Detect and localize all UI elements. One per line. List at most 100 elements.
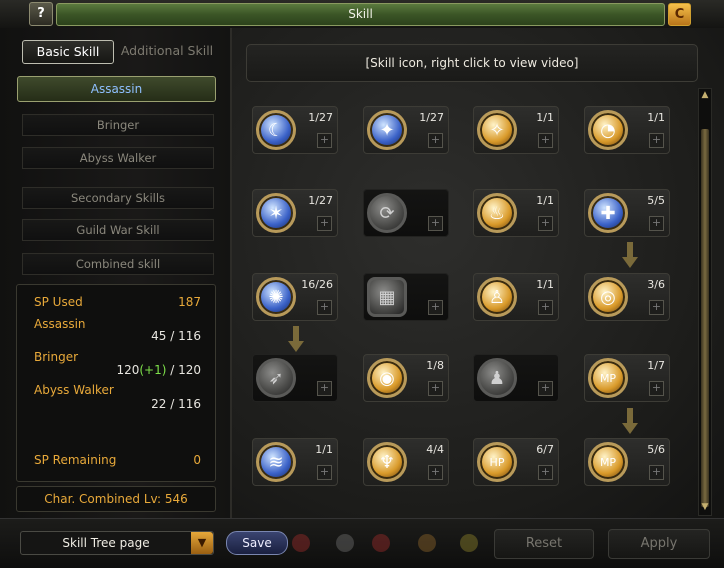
sp-assassin-label: Assassin — [34, 317, 86, 331]
sp-bringer-bonus: (+1) — [139, 363, 167, 377]
skill-icon[interactable]: MP — [588, 442, 628, 482]
skill-slot[interactable]: ✺ 16/26 + — [252, 273, 338, 321]
skill-slot[interactable]: ♆ 4/4 + — [363, 438, 449, 486]
sp-summary-panel: SP Used 187 Assassin 45 / 116 Bringer 12… — [16, 284, 216, 482]
skill-icon[interactable]: ▦ — [367, 277, 407, 317]
skill-icon[interactable]: ≋ — [256, 442, 296, 482]
sp-assassin-value: 45 / 116 — [151, 329, 201, 343]
scroll-thumb[interactable] — [701, 129, 709, 507]
skill-icon[interactable]: ♙ — [477, 277, 517, 317]
skill-level-up-button[interactable]: + — [649, 216, 664, 231]
class-button-combined-skill[interactable]: Combined skill — [22, 253, 214, 275]
skill-icon[interactable]: ◉ — [367, 358, 407, 398]
skill-slot[interactable]: HP 6/7 + — [473, 438, 559, 486]
character-icon — [418, 534, 436, 552]
skill-level: 1/27 — [419, 111, 444, 124]
skill-level: 1/1 — [536, 194, 554, 207]
skill-icon[interactable]: ♨ — [477, 193, 517, 233]
sp-used-label: SP Used — [34, 295, 83, 309]
class-button-bringer[interactable]: Bringer — [22, 114, 214, 136]
skill-slot[interactable]: ☾ 1/27 + — [252, 106, 338, 154]
skill-level-up-button[interactable]: + — [317, 381, 332, 396]
skill-slot[interactable]: ◔ 1/1 + — [584, 106, 670, 154]
skill-level-up-button[interactable]: + — [317, 465, 332, 480]
alert-icon — [372, 534, 390, 552]
skill-slot[interactable]: ≋ 1/1 + — [252, 438, 338, 486]
skill-level-up-button[interactable]: + — [428, 133, 443, 148]
class-button-secondary-skills[interactable]: Secondary Skills — [22, 187, 214, 209]
skill-icon[interactable]: ♟ — [477, 358, 517, 398]
skill-icon[interactable]: ✦ — [367, 110, 407, 150]
apply-button[interactable]: Apply — [608, 529, 710, 559]
sp-bringer-max: / 120 — [166, 363, 201, 377]
skill-level-up-button[interactable]: + — [428, 300, 443, 315]
skill-level-up-button[interactable]: + — [649, 381, 664, 396]
skill-icon[interactable]: ◔ — [588, 110, 628, 150]
skill-icon[interactable]: ✶ — [256, 193, 296, 233]
skill-icon[interactable]: ➶ — [256, 358, 296, 398]
skill-icon[interactable]: ◎ — [588, 277, 628, 317]
skill-level-up-button[interactable]: + — [649, 300, 664, 315]
skill-level-up-button[interactable]: + — [649, 133, 664, 148]
skill-slot[interactable]: ✶ 1/27 + — [252, 189, 338, 237]
skill-level-up-button[interactable]: + — [428, 465, 443, 480]
skill-level-up-button[interactable]: + — [317, 216, 332, 231]
scroll-down-arrow-icon[interactable]: ▼ — [699, 501, 711, 513]
skill-slot[interactable]: ✚ 5/5 + — [584, 189, 670, 237]
help-button[interactable]: ? — [29, 2, 53, 26]
save-button[interactable]: Save — [226, 531, 288, 555]
prerequisite-arrow — [288, 326, 304, 352]
skill-icon[interactable]: ♆ — [367, 442, 407, 482]
skill-level-up-button[interactable]: + — [538, 133, 553, 148]
skill-level-up-button[interactable]: + — [317, 300, 332, 315]
skill-level: 4/4 — [426, 443, 444, 456]
skill-icon[interactable]: MP — [588, 358, 628, 398]
class-button-assassin[interactable]: Assassin — [17, 76, 216, 102]
lightning-icon — [460, 534, 478, 552]
skill-slot[interactable]: ➶ + — [252, 354, 338, 402]
skill-level-up-button[interactable]: + — [428, 381, 443, 396]
bottom-toolbar: Skill Tree page ▼ Save Reset Apply — [0, 518, 724, 568]
skill-level-up-button[interactable]: + — [317, 133, 332, 148]
skill-tree-page-value: Skill Tree page — [62, 536, 150, 550]
skill-level-up-button[interactable]: + — [428, 216, 443, 231]
skill-slot[interactable]: MP 1/7 + — [584, 354, 670, 402]
skill-level-up-button[interactable]: + — [538, 381, 553, 396]
skill-level-up-button[interactable]: + — [538, 465, 553, 480]
skill-slot[interactable]: ◎ 3/6 + — [584, 273, 670, 321]
skill-level-up-button[interactable]: + — [649, 465, 664, 480]
class-button-abyss-walker[interactable]: Abyss Walker — [22, 147, 214, 169]
skill-level: 1/27 — [308, 111, 333, 124]
close-button[interactable]: C — [668, 3, 691, 26]
skill-icon[interactable]: ☾ — [256, 110, 296, 150]
skill-slot[interactable]: ♨ 1/1 + — [473, 189, 559, 237]
skill-icon[interactable]: ✚ — [588, 193, 628, 233]
skill-slot[interactable]: ✦ 1/27 + — [363, 106, 449, 154]
skill-icon[interactable]: ✺ — [256, 277, 296, 317]
skill-tree-page-select[interactable]: Skill Tree page ▼ — [20, 531, 214, 555]
skill-slot[interactable]: ✧ 1/1 + — [473, 106, 559, 154]
skill-slot[interactable]: ◉ 1/8 + — [363, 354, 449, 402]
chevron-down-icon[interactable]: ▼ — [191, 532, 213, 554]
skill-scrollbar[interactable]: ▲ ▼ — [698, 88, 712, 516]
tab-basic-skill[interactable]: Basic Skill — [22, 40, 114, 64]
window-title-bar: ? Skill C — [0, 0, 724, 29]
skill-slot[interactable]: ♟ + — [473, 354, 559, 402]
skill-slot[interactable]: ▦ + — [363, 273, 449, 321]
skill-slot[interactable]: ⟳ + — [363, 189, 449, 237]
skill-slot[interactable]: ♙ 1/1 + — [473, 273, 559, 321]
skill-slot[interactable]: MP 5/6 + — [584, 438, 670, 486]
tab-additional-skill[interactable]: Additional Skill — [120, 40, 214, 62]
skill-icon[interactable]: ⟳ — [367, 193, 407, 233]
skill-icon[interactable]: HP — [477, 442, 517, 482]
sp-abyss-walker-value: 22 / 116 — [151, 397, 201, 411]
decorative-icon — [336, 534, 354, 552]
class-button-guild-war-skill[interactable]: Guild War Skill — [22, 219, 214, 241]
reset-button[interactable]: Reset — [494, 529, 594, 559]
char-combined-level: Char. Combined Lv: 546 — [16, 486, 216, 512]
skill-icon[interactable]: ✧ — [477, 110, 517, 150]
skill-level-up-button[interactable]: + — [538, 216, 553, 231]
skill-level: 1/1 — [536, 278, 554, 291]
scroll-up-arrow-icon[interactable]: ▲ — [699, 89, 711, 101]
skill-level-up-button[interactable]: + — [538, 300, 553, 315]
